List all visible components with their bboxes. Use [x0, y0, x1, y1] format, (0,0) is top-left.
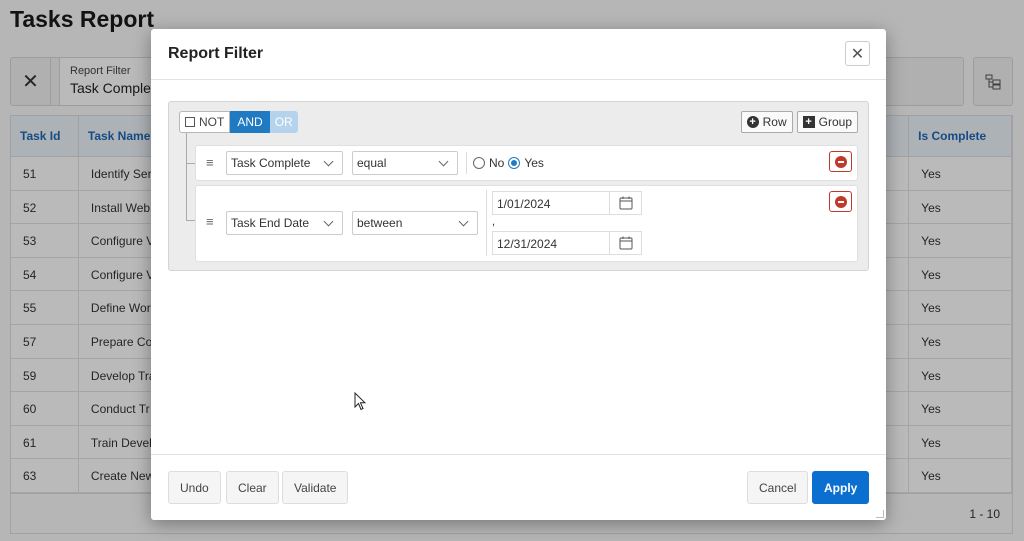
dialog-footer: Undo Clear Validate Cancel Apply [151, 454, 886, 520]
minus-circle-icon [834, 195, 847, 208]
filter-rule: ≡ Task Complete equal No Yes [195, 145, 858, 181]
tree-connector [186, 133, 187, 221]
filter-rule: ≡ Task End Date between 1/01/2024 , 12/3… [195, 185, 858, 262]
add-group-label: Group [818, 115, 852, 129]
validate-button[interactable]: Validate [282, 471, 349, 504]
not-toggle[interactable]: NOT [179, 111, 231, 133]
plus-square-icon: + [802, 116, 815, 128]
date-from-field[interactable]: 1/01/2024 [492, 191, 642, 215]
operator-select[interactable]: between [352, 211, 478, 235]
drag-handle-icon[interactable]: ≡ [206, 214, 214, 229]
radio-no[interactable] [473, 157, 485, 169]
mouse-cursor-icon [354, 392, 366, 411]
minus-circle-icon [834, 155, 847, 168]
delete-rule-button[interactable] [829, 151, 852, 172]
dialog-header: Report Filter ✕ [151, 29, 886, 80]
or-button[interactable]: OR [269, 111, 298, 133]
resize-handle[interactable] [876, 510, 884, 518]
range-separator: , [492, 216, 496, 228]
date-to-value[interactable]: 12/31/2024 [493, 232, 609, 254]
operator-select-value: between [357, 216, 403, 230]
date-to-field[interactable]: 12/31/2024 [492, 231, 642, 255]
value-radio-group: No Yes [473, 156, 544, 170]
add-buttons: + Row + Group [740, 111, 858, 133]
chevron-down-icon [438, 156, 449, 166]
chevron-down-icon [323, 156, 334, 166]
cancel-button[interactable]: Cancel [747, 471, 809, 504]
operator-select[interactable]: equal [352, 151, 458, 175]
clear-button[interactable]: Clear [226, 471, 279, 504]
dialog-title: Report Filter [168, 45, 264, 62]
chevron-down-icon [458, 216, 469, 226]
drag-handle-icon[interactable]: ≡ [206, 155, 214, 170]
and-button[interactable]: AND [230, 111, 270, 133]
add-row-button[interactable]: + Row [740, 111, 793, 133]
operator-select-value: equal [357, 156, 387, 170]
add-group-button[interactable]: + Group [796, 111, 858, 133]
add-row-label: Row [762, 115, 787, 129]
close-icon: ✕ [850, 45, 865, 63]
dialog-close-button[interactable]: ✕ [845, 41, 870, 66]
divider [486, 190, 487, 256]
calendar-icon[interactable] [609, 192, 641, 214]
field-select[interactable]: Task End Date [226, 211, 343, 235]
radio-yes[interactable] [508, 157, 521, 169]
apply-button[interactable]: Apply [812, 471, 870, 504]
field-select[interactable]: Task Complete [226, 151, 343, 175]
report-filter-dialog: Report Filter ✕ NOT AND OR + Row + Group [151, 29, 886, 520]
not-label: NOT [199, 115, 225, 129]
field-select-value: Task Complete [231, 156, 311, 170]
not-checkbox[interactable] [185, 117, 195, 127]
undo-button[interactable]: Undo [168, 471, 221, 504]
query-builder-group: NOT AND OR + Row + Group ≡ Task Complete [168, 101, 869, 271]
divider [466, 152, 467, 174]
calendar-icon[interactable] [609, 232, 641, 254]
plus-circle-icon: + [746, 116, 759, 128]
tree-connector [186, 220, 195, 221]
field-select-value: Task End Date [231, 216, 310, 230]
radio-no-label: No [489, 156, 505, 170]
chevron-down-icon [323, 216, 334, 226]
date-from-value[interactable]: 1/01/2024 [493, 192, 609, 214]
group-conjunction: NOT AND OR [179, 111, 298, 133]
tree-connector [186, 163, 195, 164]
delete-rule-button[interactable] [829, 191, 852, 212]
radio-yes-label: Yes [524, 156, 544, 170]
